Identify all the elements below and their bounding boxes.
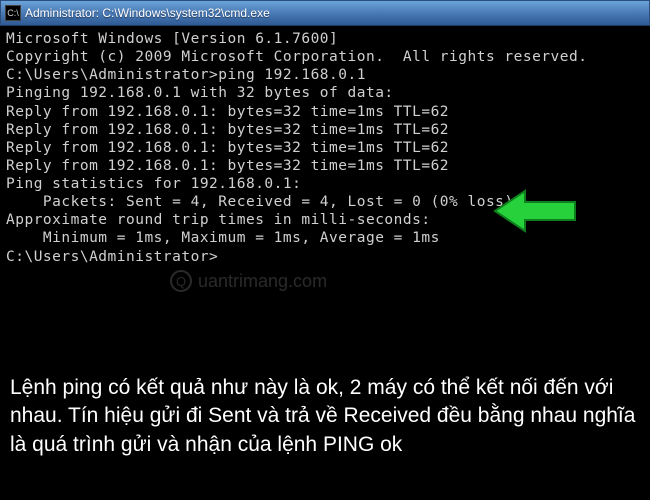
annotation-text: Lệnh ping có kết quả như này là ok, 2 má… bbox=[10, 374, 640, 459]
terminal-line: Reply from 192.168.0.1: bytes=32 time=1m… bbox=[6, 103, 642, 121]
watermark: Q uantrimang.com bbox=[170, 270, 327, 292]
terminal-line: Reply from 192.168.0.1: bytes=32 time=1m… bbox=[6, 121, 642, 139]
window-titlebar[interactable]: C:\ Administrator: C:\Windows\system32\c… bbox=[0, 0, 650, 26]
terminal-line: Minimum = 1ms, Maximum = 1ms, Average = … bbox=[6, 229, 642, 247]
terminal-output[interactable]: Microsoft Windows [Version 6.1.7600] Cop… bbox=[0, 26, 650, 266]
terminal-line: Ping statistics for 192.168.0.1: bbox=[6, 175, 642, 193]
watermark-icon: Q bbox=[170, 270, 192, 292]
terminal-line: Approximate round trip times in milli-se… bbox=[6, 211, 642, 229]
terminal-line: Reply from 192.168.0.1: bytes=32 time=1m… bbox=[6, 139, 642, 157]
terminal-line: Copyright (c) 2009 Microsoft Corporation… bbox=[6, 48, 642, 66]
terminal-prompt-line: C:\Users\Administrator>ping 192.168.0.1 bbox=[6, 66, 642, 84]
terminal-line: Reply from 192.168.0.1: bytes=32 time=1m… bbox=[6, 157, 642, 175]
terminal-line: Microsoft Windows [Version 6.1.7600] bbox=[6, 30, 642, 48]
window-title: Administrator: C:\Windows\system32\cmd.e… bbox=[25, 6, 270, 20]
terminal-line: Pinging 192.168.0.1 with 32 bytes of dat… bbox=[6, 84, 642, 102]
cmd-icon: C:\ bbox=[5, 5, 21, 21]
terminal-prompt-line: C:\Users\Administrator> bbox=[6, 248, 642, 266]
terminal-line: Packets: Sent = 4, Received = 4, Lost = … bbox=[6, 193, 642, 211]
watermark-text: uantrimang.com bbox=[198, 271, 327, 292]
